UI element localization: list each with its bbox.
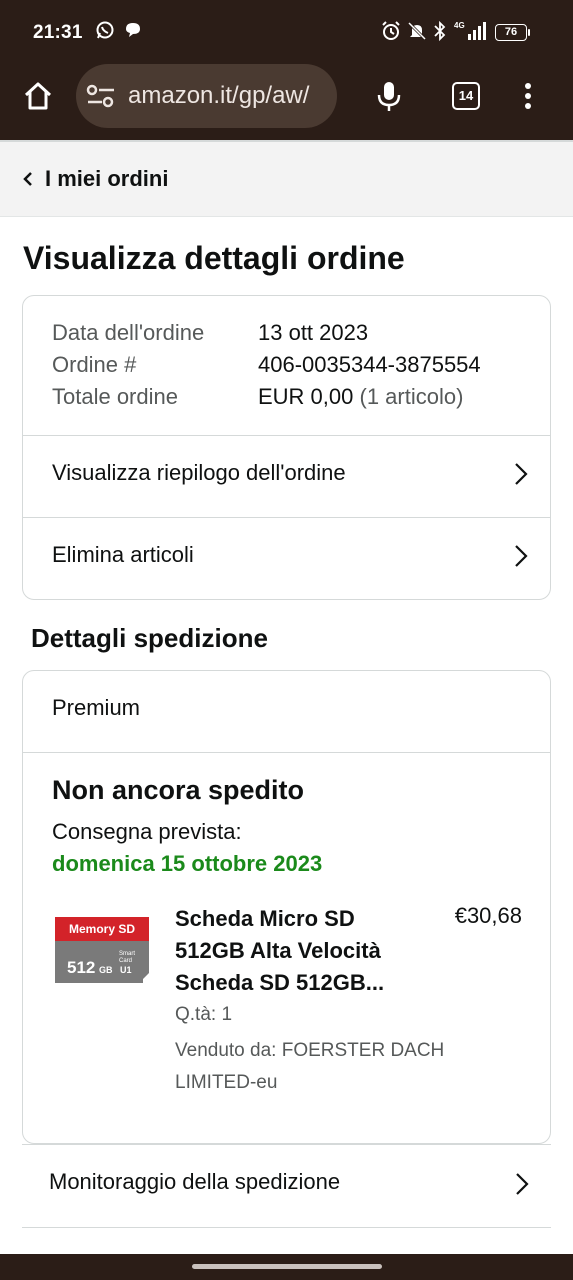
delivery-date: domenica 15 ottobre 2023 xyxy=(52,851,323,876)
order-date-label: Data dell'ordine xyxy=(52,320,205,345)
url-text[interactable]: amazon.it/gp/aw/ xyxy=(128,82,333,110)
order-date-value: 13 ott 2023 xyxy=(258,320,369,345)
chevron-right-icon xyxy=(515,1172,529,1201)
breadcrumb-label[interactable]: I miei ordini xyxy=(45,166,168,192)
view-order-summary-label[interactable]: Visualizza riepilogo dell'ordine xyxy=(52,460,346,486)
divider xyxy=(23,752,550,753)
product-image[interactable]: Memory SD 512 GB Smart Card U1 xyxy=(53,915,151,985)
product-image-u1: U1 xyxy=(120,965,132,975)
breadcrumb[interactable]: I miei ordini xyxy=(0,142,573,217)
track-shipment-label[interactable]: Monitoraggio della spedizione xyxy=(49,1169,340,1195)
home-icon[interactable] xyxy=(22,80,54,117)
chevron-left-icon[interactable] xyxy=(22,171,34,192)
page-title: Visualizza dettagli ordine xyxy=(23,240,405,276)
product-seller: Venduto da: FOERSTER DACH LIMITED-eu xyxy=(175,1040,445,1093)
product-quantity: Q.tà: 1 xyxy=(175,1004,233,1025)
microphone-icon[interactable] xyxy=(376,80,402,119)
bluetooth-icon xyxy=(433,20,447,47)
order-number-label: Ordine # xyxy=(52,352,137,377)
shipping-tier: Premium xyxy=(52,695,141,720)
shipment-status: Non ancora spedito xyxy=(52,775,305,805)
product-image-smart: Smart xyxy=(119,951,135,957)
track-shipment-link[interactable]: Monitoraggio della spedizione xyxy=(22,1144,551,1228)
order-summary-card: Data dell'ordine 13 ott 2023 Ordine # 40… xyxy=(22,295,551,600)
battery-icon: 76 xyxy=(495,24,530,41)
order-total-value: EUR 0,00 (1 articolo) xyxy=(258,384,463,410)
message-bubble-icon xyxy=(123,20,143,45)
silent-bell-icon xyxy=(407,20,427,47)
whatsapp-icon xyxy=(95,20,115,45)
order-number-value: 406-0035344-3875554 xyxy=(258,352,481,377)
tabs-icon[interactable]: 14 xyxy=(452,82,480,110)
order-total-label: Totale ordine xyxy=(52,384,178,409)
svg-text:4G: 4G xyxy=(454,21,465,30)
status-bar: 21:31 4G 76 xyxy=(0,0,573,64)
browser-toolbar: amazon.it/gp/aw/ 14 xyxy=(0,64,573,140)
system-nav-bar xyxy=(0,1254,573,1280)
product-title[interactable]: Scheda Micro SD 512GB Alta Velocità Sche… xyxy=(175,903,415,999)
alarm-icon xyxy=(381,20,401,47)
product-image-brand: Memory SD xyxy=(69,922,135,936)
delivery-label: Consegna prevista: xyxy=(52,819,242,844)
chevron-right-icon xyxy=(514,462,528,491)
product-image-capacity: 512 xyxy=(67,958,95,977)
order-total-amount: EUR 0,00 xyxy=(258,384,354,409)
view-order-summary-link[interactable]: Visualizza riepilogo dell'ordine xyxy=(23,436,550,516)
delete-items-link[interactable]: Elimina articoli xyxy=(23,518,550,598)
more-vert-icon[interactable] xyxy=(522,82,534,115)
product-image-unit: GB xyxy=(99,965,113,975)
chevron-right-icon xyxy=(514,544,528,573)
shipment-card: Premium Non ancora spedito Consegna prev… xyxy=(22,670,551,1144)
shipment-section-title: Dettagli spedizione xyxy=(31,623,268,653)
signal-4g-icon: 4G xyxy=(454,20,488,47)
gesture-handle[interactable] xyxy=(192,1264,382,1269)
url-bar[interactable]: amazon.it/gp/aw/ xyxy=(76,64,337,128)
site-settings-icon[interactable] xyxy=(86,82,116,115)
delete-items-label[interactable]: Elimina articoli xyxy=(52,542,194,568)
product-price: €30,68 xyxy=(454,903,522,928)
order-total-items: (1 articolo) xyxy=(353,384,464,409)
status-time: 21:31 xyxy=(33,22,83,43)
product-image-card: Card xyxy=(119,958,132,964)
